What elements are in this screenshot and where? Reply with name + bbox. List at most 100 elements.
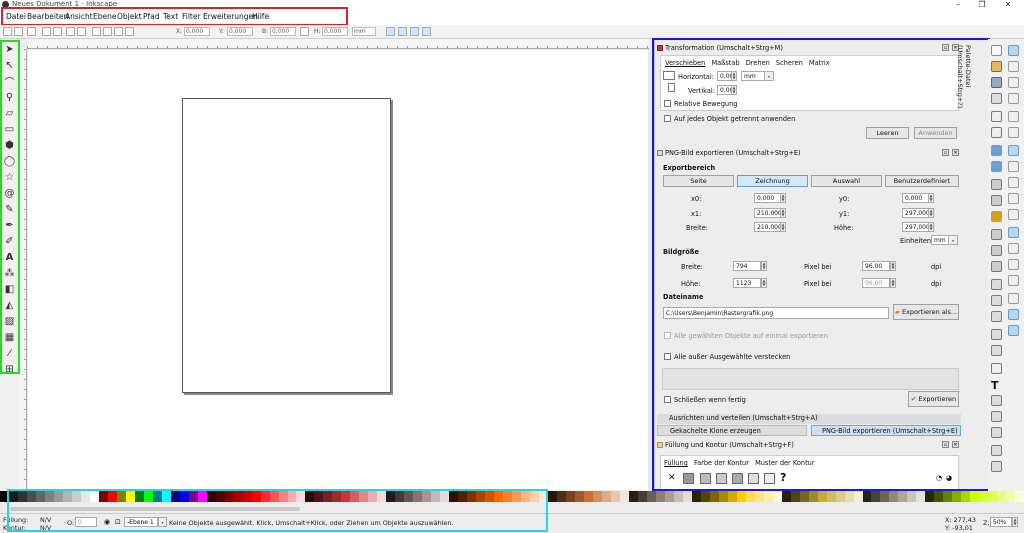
palette-swatch[interactable]: [71, 491, 81, 502]
palette-swatch[interactable]: [871, 491, 881, 502]
palette-swatch[interactable]: [260, 491, 270, 502]
palette-swatch[interactable]: [673, 491, 683, 502]
snap-others-icon[interactable]: [1008, 227, 1019, 238]
area-page-button[interactable]: Seite: [663, 175, 734, 187]
palette-scroll-thumb[interactable]: [10, 507, 300, 511]
palette-swatch[interactable]: [952, 491, 962, 502]
snap-paths-icon[interactable]: [1008, 161, 1019, 172]
palette-swatch[interactable]: [134, 491, 144, 502]
zoom-selection-icon[interactable]: [991, 229, 1002, 240]
palette-swatch[interactable]: [1006, 491, 1016, 502]
scale-corners-icon[interactable]: [398, 27, 407, 36]
flat-color-icon[interactable]: [683, 473, 694, 484]
palette-swatch[interactable]: [970, 491, 980, 502]
palette-swatch[interactable]: [889, 491, 899, 502]
minimize-button[interactable]: –: [948, 0, 968, 9]
align-dialog-collapsed[interactable]: Ausrichten und verteilen (Umschalt+Strg+…: [657, 414, 961, 424]
palette-scrollbar[interactable]: [0, 505, 1024, 513]
palette-swatch[interactable]: [763, 491, 773, 502]
palette-swatch[interactable]: [844, 491, 854, 502]
text-font-icon[interactable]: T: [991, 379, 999, 392]
select-all-layers-icon[interactable]: [14, 27, 23, 36]
png-iconify-button[interactable]: ▫: [942, 149, 949, 156]
opacity-field[interactable]: 0: [75, 517, 97, 527]
palette-swatch[interactable]: [377, 491, 387, 502]
units-dropdown[interactable]: mm: [931, 235, 949, 245]
area-width-field[interactable]: 210,000: [754, 222, 782, 232]
palette-swatch[interactable]: [610, 491, 620, 502]
bucket-tool-icon[interactable]: ◭: [3, 299, 16, 312]
menu-ansicht[interactable]: Ansicht: [65, 12, 93, 21]
y0-field[interactable]: 0,000: [902, 193, 929, 203]
palette-swatch[interactable]: [512, 491, 522, 502]
clear-button[interactable]: Leeren: [866, 127, 909, 139]
dpi-spinner[interactable]: ▲ ▼: [890, 261, 896, 271]
palette-swatch[interactable]: [754, 491, 764, 502]
unit-select[interactable]: mm: [352, 27, 376, 36]
menu-erweiterungen[interactable]: Erweiterungen: [203, 12, 258, 21]
layer-lock-icon[interactable]: ⊡: [115, 518, 121, 526]
dropper-tool-icon[interactable]: ⁄: [3, 347, 16, 360]
px-width-field[interactable]: 794: [733, 261, 761, 271]
palette-swatch[interactable]: [557, 491, 567, 502]
palette-swatch[interactable]: [476, 491, 486, 502]
filename-field[interactable]: C:\Users\Benjamin\Rastergrafik.png: [663, 307, 889, 319]
px-height-spinner[interactable]: ▲ ▼: [761, 278, 767, 288]
snap-smooth-icon[interactable]: [1008, 209, 1019, 220]
palette-swatch[interactable]: [503, 491, 513, 502]
ungroup-icon[interactable]: [991, 345, 1002, 356]
palette-swatch[interactable]: [575, 491, 584, 502]
linear-gradient-icon[interactable]: [700, 473, 711, 484]
palette-swatch[interactable]: [170, 491, 180, 502]
palette-swatch[interactable]: [242, 491, 252, 502]
palette-swatch[interactable]: [817, 491, 827, 502]
zoom-field[interactable]: 50%: [990, 517, 1012, 527]
palette-swatch[interactable]: [395, 491, 405, 502]
redo-icon[interactable]: [991, 161, 1002, 172]
snap-bbox-icon[interactable]: [1008, 61, 1019, 72]
palette-swatch[interactable]: [8, 491, 18, 502]
raise-to-top-icon[interactable]: [92, 27, 101, 36]
palette-swatch[interactable]: [413, 491, 423, 502]
layer-dropdown[interactable]: -Ebene 1: [124, 517, 158, 527]
palette-swatch[interactable]: [179, 491, 189, 502]
palette-swatch[interactable]: [655, 491, 665, 502]
pen-tool-icon[interactable]: ✒: [3, 219, 16, 232]
tab-stroke-paint[interactable]: Farbe der Kontur: [694, 459, 749, 467]
palette-swatch[interactable]: [449, 491, 459, 502]
palette-swatch[interactable]: [530, 491, 540, 502]
import-icon[interactable]: [991, 111, 1002, 122]
palette-swatch[interactable]: [215, 491, 225, 502]
unset-paint-icon[interactable]: ?: [780, 471, 786, 484]
unit-dropdown-arrow[interactable]: ▾: [764, 71, 774, 81]
menu-text[interactable]: Text: [163, 12, 178, 21]
snap-intersections-icon[interactable]: [1008, 177, 1019, 188]
drawing-canvas[interactable]: [28, 50, 648, 490]
palette-swatch[interactable]: [80, 491, 90, 502]
menu-pfad[interactable]: Pfad: [143, 12, 160, 21]
document-page[interactable]: [182, 98, 391, 393]
units-dropdown-arrow[interactable]: ▾: [948, 235, 958, 245]
mesh-tool-icon[interactable]: ▦: [3, 331, 16, 344]
palette-swatch[interactable]: [907, 491, 917, 502]
palette-swatch[interactable]: [880, 491, 890, 502]
palette-swatch[interactable]: [188, 491, 198, 502]
snap-nodes-icon[interactable]: [1008, 145, 1019, 156]
fill-close-button[interactable]: ✕: [952, 441, 959, 448]
cut-icon[interactable]: [991, 195, 1002, 206]
y-field[interactable]: 0,000: [227, 27, 253, 36]
png-close-button[interactable]: ✕: [952, 149, 959, 156]
export-icon[interactable]: [991, 127, 1002, 138]
palette-swatch[interactable]: [0, 491, 9, 502]
snap-grid-icon[interactable]: [1008, 309, 1019, 320]
palette-swatch[interactable]: [62, 491, 72, 502]
snap-bbox-edge-icon[interactable]: [1008, 77, 1019, 88]
palette-swatch[interactable]: [305, 491, 315, 502]
x1-spinner[interactable]: ▲ ▼: [780, 208, 786, 218]
calligraphy-tool-icon[interactable]: ✐: [3, 235, 16, 248]
palette-swatch[interactable]: [314, 491, 324, 502]
palette-swatch[interactable]: [494, 491, 504, 502]
xml-editor-icon[interactable]: [991, 411, 1002, 422]
snap-bbox-midpoint-icon[interactable]: [1008, 111, 1019, 122]
paste-icon[interactable]: [991, 211, 1002, 222]
